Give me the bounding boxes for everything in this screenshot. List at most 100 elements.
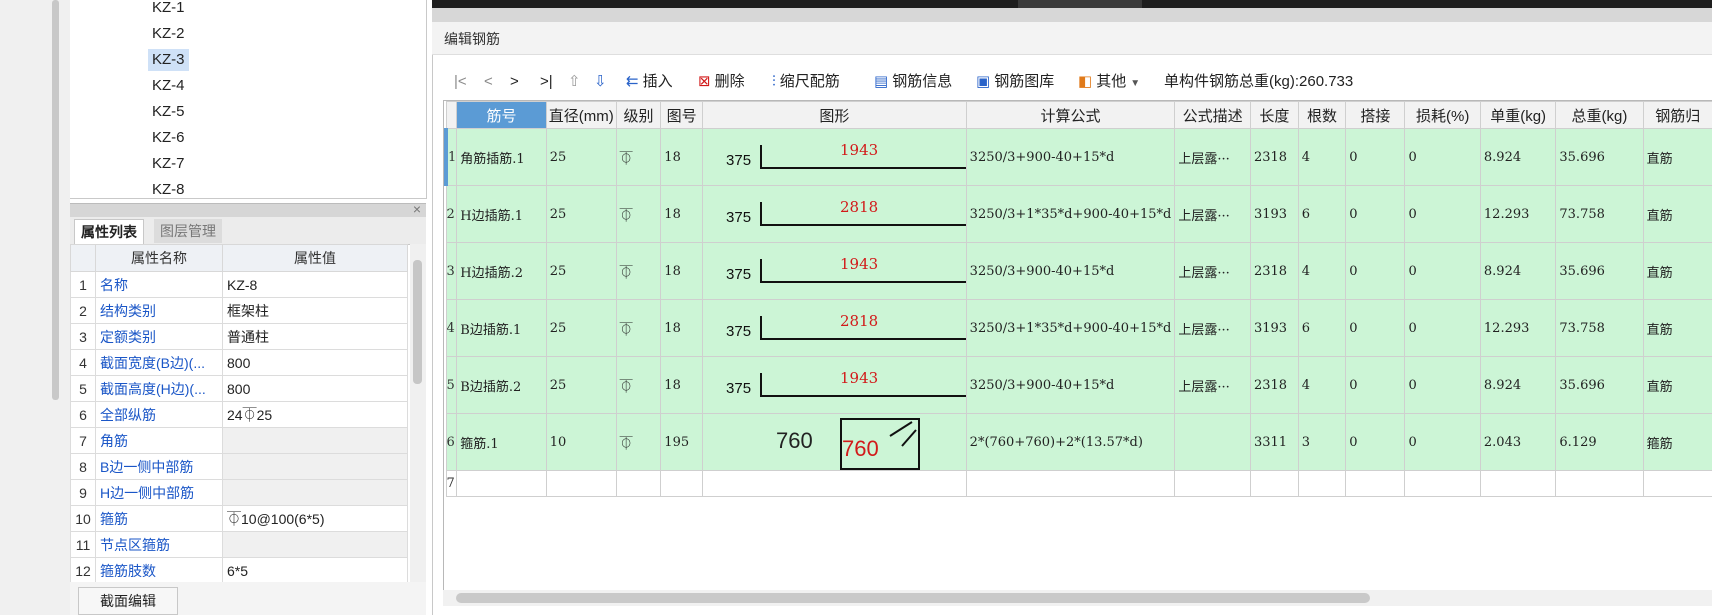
formula-desc-cell[interactable]: 上层露··· xyxy=(1174,299,1251,357)
empty-cell[interactable] xyxy=(660,470,704,497)
column-header[interactable]: 钢筋归 xyxy=(1642,101,1712,129)
formula-cell[interactable]: 3250/3+1*35*d+900-40+15*d xyxy=(965,185,1176,243)
lap-cell[interactable]: 0 xyxy=(1345,356,1406,414)
property-value[interactable]: 800 xyxy=(222,375,408,402)
table-row[interactable]: 3 H边插筋.2 25 ⏁ 18 375 1943 3250/3+900-40+15*d 上层露… xyxy=(445,242,1712,300)
table-row[interactable]: 2 H边插筋.1 25 ⏁ 18 375 2818 3250/3+1*35*d+900-40+… xyxy=(445,185,1712,243)
grid-hscroll-thumb[interactable] xyxy=(456,593,1370,603)
figure-number-cell[interactable]: 195 xyxy=(660,413,704,471)
left-scrollbar[interactable] xyxy=(52,0,59,400)
diameter-cell[interactable]: 25 xyxy=(545,185,617,243)
grade-cell[interactable]: ⏁ xyxy=(615,413,662,471)
diameter-cell[interactable]: 25 xyxy=(545,356,617,414)
loss-cell[interactable]: 0 xyxy=(1404,128,1481,186)
column-header[interactable]: 根数 xyxy=(1297,101,1347,129)
table-row-empty[interactable]: 7 xyxy=(445,470,1712,497)
rebar-name-cell[interactable]: 箍筋.1 xyxy=(456,413,547,471)
empty-cell[interactable] xyxy=(1174,470,1251,497)
diameter-cell[interactable]: 25 xyxy=(545,299,617,357)
formula-cell[interactable]: 3250/3+900-40+15*d xyxy=(965,242,1176,300)
scale-rebar-button[interactable]: ⫶ 缩尺配筋 xyxy=(772,70,840,94)
count-cell[interactable]: 3 xyxy=(1297,413,1347,471)
delete-button[interactable]: ⊠ 删除 xyxy=(698,70,745,94)
property-row[interactable]: 7 角筋 xyxy=(70,427,408,454)
rebar-name-cell[interactable]: B边插筋.2 xyxy=(456,356,547,414)
property-value[interactable]: 800 xyxy=(222,349,408,376)
loss-cell[interactable]: 0 xyxy=(1404,299,1481,357)
table-row[interactable]: 5 B边插筋.2 25 ⏁ 18 375 1943 3250/3+900-40+15*d 上层露… xyxy=(445,356,1712,414)
length-cell[interactable]: 2318 xyxy=(1249,356,1299,414)
empty-cell[interactable] xyxy=(1249,470,1299,497)
column-header[interactable]: 筋号 xyxy=(456,101,547,129)
property-scroll-thumb[interactable] xyxy=(413,260,422,384)
empty-cell[interactable] xyxy=(702,470,967,497)
lap-cell[interactable]: 0 xyxy=(1345,299,1406,357)
property-row[interactable]: 3 定额类别 普通柱 xyxy=(70,323,408,350)
property-row[interactable]: 11 节点区箍筋 xyxy=(70,531,408,558)
property-value[interactable] xyxy=(222,531,408,558)
rebar-type-cell[interactable]: 直筋 xyxy=(1642,242,1712,300)
tree-item-kz4[interactable]: KZ-4 xyxy=(148,75,189,97)
property-value[interactable]: KZ-8 xyxy=(222,271,408,298)
tree-item-kz2[interactable]: KZ-2 xyxy=(148,23,189,45)
count-cell[interactable]: 4 xyxy=(1297,356,1347,414)
other-menu-button[interactable]: ◧ 其他 ▼ xyxy=(1078,70,1140,94)
figure-number-cell[interactable]: 18 xyxy=(660,185,704,243)
shape-cell[interactable]: 375 2818 xyxy=(702,299,967,357)
empty-cell[interactable] xyxy=(1479,470,1557,497)
column-header[interactable]: 搭接 xyxy=(1345,101,1406,129)
property-row[interactable]: 9 H边一侧中部筋 xyxy=(70,479,408,506)
empty-cell[interactable] xyxy=(545,470,617,497)
column-header[interactable]: 直径(mm) xyxy=(545,101,617,129)
unit-weight-cell[interactable]: 8.924 xyxy=(1479,242,1557,300)
table-row[interactable]: 6 箍筋.1 10 ⏁ 195 760 760 2*(760+760)+2*(13.57*d)… xyxy=(445,413,1712,471)
column-header[interactable]: 单重(kg) xyxy=(1479,101,1557,129)
lap-cell[interactable]: 0 xyxy=(1345,413,1406,471)
length-cell[interactable]: 3193 xyxy=(1249,185,1299,243)
rebar-name-cell[interactable]: 角筋插筋.1 xyxy=(456,128,547,186)
column-header[interactable]: 公式描述 xyxy=(1174,101,1251,129)
shape-cell[interactable]: 375 1943 xyxy=(702,128,967,186)
move-up-icon[interactable]: ⇧ xyxy=(568,70,585,94)
formula-cell[interactable]: 2*(760+760)+2*(13.57*d) xyxy=(965,413,1176,471)
rebar-type-cell[interactable]: 直筋 xyxy=(1642,299,1712,357)
rebar-type-cell[interactable]: 直筋 xyxy=(1642,356,1712,414)
tree-item-kz8[interactable]: KZ-8 xyxy=(148,179,189,198)
column-header[interactable]: 图形 xyxy=(702,101,967,129)
loss-cell[interactable]: 0 xyxy=(1404,356,1481,414)
shape-cell[interactable]: 375 2818 xyxy=(702,185,967,243)
shape-cell[interactable]: 375 1943 xyxy=(702,242,967,300)
property-value[interactable]: 框架柱 xyxy=(222,297,408,324)
diameter-cell[interactable]: 10 xyxy=(545,413,617,471)
property-row[interactable]: 4 截面宽度(B边)(... 800 xyxy=(70,349,408,376)
property-value[interactable]: ⏁10@100(6*5) xyxy=(222,505,408,532)
property-row[interactable]: 12 箍筋肢数 6*5 xyxy=(70,557,408,584)
lap-cell[interactable]: 0 xyxy=(1345,242,1406,300)
property-row[interactable]: 6 全部纵筋 24⏁25 xyxy=(70,401,408,428)
total-weight-cell[interactable]: 35.696 xyxy=(1555,356,1644,414)
nav-prev-button[interactable]: < xyxy=(484,70,493,94)
total-weight-cell[interactable]: 6.129 xyxy=(1555,413,1644,471)
grade-cell[interactable]: ⏁ xyxy=(615,185,662,243)
property-value[interactable] xyxy=(222,479,408,506)
length-cell[interactable]: 3311 xyxy=(1249,413,1299,471)
total-weight-cell[interactable]: 35.696 xyxy=(1555,242,1644,300)
empty-cell[interactable] xyxy=(615,470,662,497)
length-cell[interactable]: 2318 xyxy=(1249,128,1299,186)
nav-first-button[interactable]: |< xyxy=(454,70,467,94)
empty-cell[interactable] xyxy=(456,470,547,497)
figure-number-cell[interactable]: 18 xyxy=(660,299,704,357)
property-value[interactable] xyxy=(222,453,408,480)
property-value[interactable] xyxy=(222,427,408,454)
formula-desc-cell[interactable]: 上层露··· xyxy=(1174,185,1251,243)
lap-cell[interactable]: 0 xyxy=(1345,185,1406,243)
loss-cell[interactable]: 0 xyxy=(1404,413,1481,471)
formula-desc-cell[interactable]: 上层露··· xyxy=(1174,128,1251,186)
unit-weight-cell[interactable]: 8.924 xyxy=(1479,356,1557,414)
table-row[interactable]: 1 角筋插筋.1 25 ⏁ 18 375 1943 3250/3+900-40+15*d 上层露… xyxy=(444,128,1712,186)
grade-cell[interactable]: ⏁ xyxy=(615,128,662,186)
column-header[interactable]: 长度 xyxy=(1249,101,1299,129)
tree-item-kz1[interactable]: KZ-1 xyxy=(148,0,189,19)
tree-item-kz6[interactable]: KZ-6 xyxy=(148,127,189,149)
property-row[interactable]: 2 结构类别 框架柱 xyxy=(70,297,408,324)
